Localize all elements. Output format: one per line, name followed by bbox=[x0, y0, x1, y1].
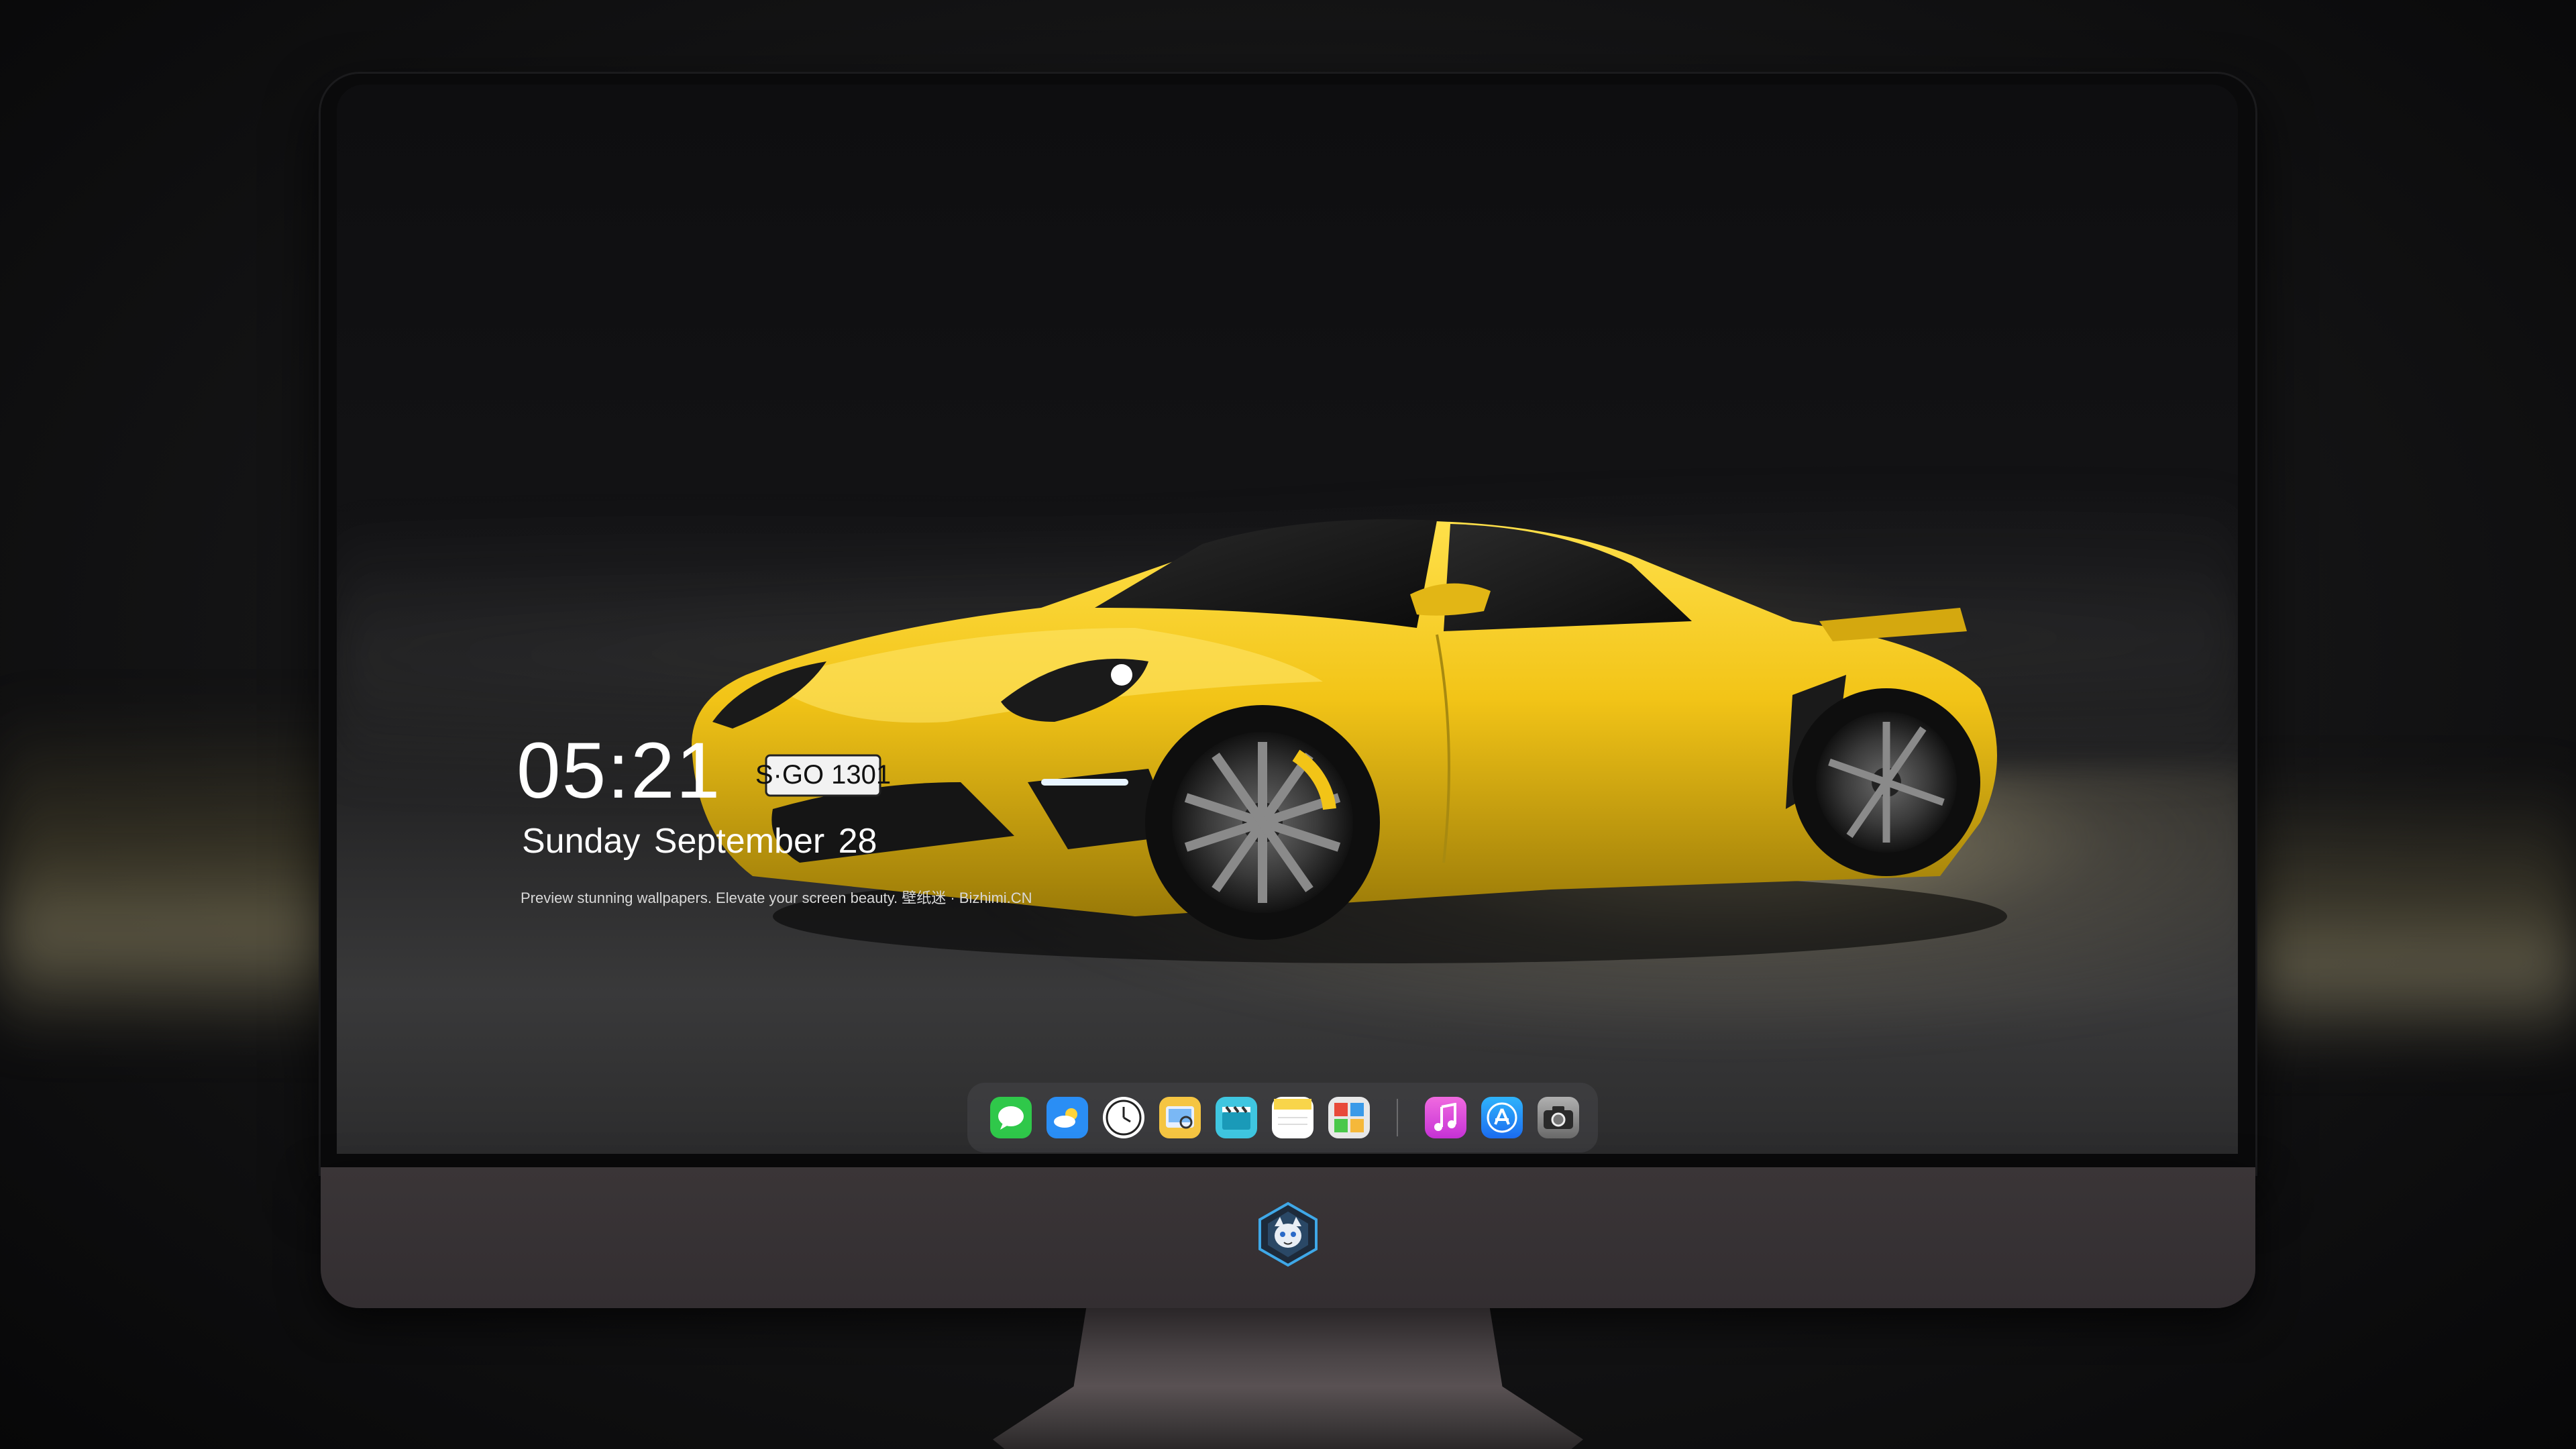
lock-time: 05:21 bbox=[517, 727, 722, 815]
clips-icon[interactable] bbox=[1216, 1097, 1257, 1138]
photo-booth-icon[interactable] bbox=[1328, 1097, 1370, 1138]
dock bbox=[967, 1083, 1598, 1152]
app-store-icon[interactable] bbox=[1481, 1097, 1523, 1138]
wallpaper-caption: Preview stunning wallpapers. Elevate you… bbox=[521, 890, 1032, 906]
messages-icon[interactable] bbox=[990, 1097, 1032, 1138]
monitor-screen: S·GO 1301 05:21 Sunday September 28 Prev… bbox=[337, 85, 2238, 1154]
clock-icon[interactable] bbox=[1103, 1097, 1144, 1138]
weather-icon[interactable] bbox=[1046, 1097, 1088, 1138]
dock-separator bbox=[1397, 1099, 1398, 1136]
lock-date-weekday-month: Sunday September bbox=[522, 822, 825, 861]
lock-date: Sunday September 28 bbox=[522, 821, 877, 861]
license-plate: S·GO 1301 bbox=[755, 760, 891, 790]
notes-icon[interactable] bbox=[1272, 1097, 1313, 1138]
preview-icon[interactable] bbox=[1159, 1097, 1201, 1138]
lock-date-day: 28 bbox=[838, 822, 877, 861]
monitor-stand-base bbox=[993, 1385, 1583, 1449]
backdrop-glow-right bbox=[2227, 771, 2576, 1053]
wolf-mascot-logo bbox=[1258, 1201, 1318, 1267]
music-icon[interactable] bbox=[1425, 1097, 1466, 1138]
camera-icon[interactable] bbox=[1538, 1097, 1579, 1138]
monitor-stand-neck bbox=[1073, 1308, 1503, 1389]
